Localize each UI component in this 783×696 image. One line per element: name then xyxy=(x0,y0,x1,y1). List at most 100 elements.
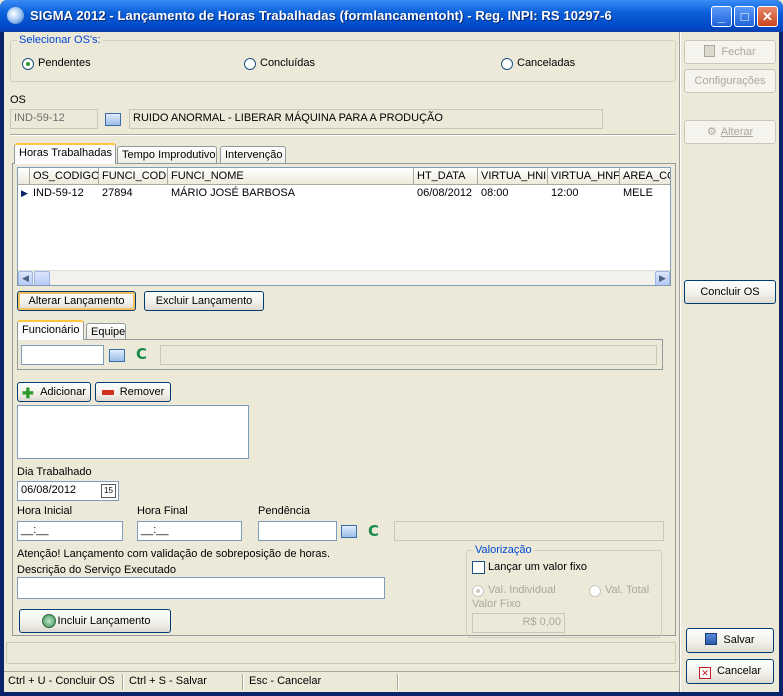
status-separator xyxy=(242,674,243,690)
radio-concluidas-label[interactable]: Concluídas xyxy=(260,57,315,69)
alterar-button[interactable]: ⚙ Alterar xyxy=(684,120,776,144)
alter-entry-button[interactable]: Alterar Lançamento xyxy=(17,291,136,311)
refresh-c-icon[interactable]: C xyxy=(368,522,379,540)
calendar-icon[interactable]: 15 xyxy=(101,484,116,498)
grid-indicator-header xyxy=(18,168,30,185)
lookup-icon[interactable] xyxy=(105,113,121,126)
tab-panel-horas: OS_CODIGO FUNCI_CODI FUNCI_NOME HT_DATA … xyxy=(12,163,676,638)
scroll-thumb[interactable] xyxy=(34,271,50,285)
grid-header-ht-data[interactable]: HT_DATA xyxy=(414,168,478,185)
add-button[interactable]: ✚ Adicionar xyxy=(17,382,91,402)
radio-pendentes-label[interactable]: Pendentes xyxy=(38,57,91,69)
scroll-left-icon[interactable]: ◀ xyxy=(18,271,33,285)
status-separator xyxy=(122,674,123,690)
hora-final-input[interactable]: __:__ xyxy=(137,521,242,541)
radio-canceladas[interactable] xyxy=(501,58,513,70)
pendencia-label: Pendência xyxy=(258,505,310,517)
include-icon xyxy=(42,614,56,628)
tab-funcionario[interactable]: Funcionário xyxy=(17,320,84,340)
table-cell[interactable]: 06/08/2012 xyxy=(414,185,478,202)
door-icon xyxy=(704,45,716,57)
tab-intervencao[interactable]: Intervenção xyxy=(220,146,286,164)
grid-header-virtua-hni[interactable]: VIRTUA_HNI xyxy=(478,168,548,185)
remove-button[interactable]: Remover xyxy=(95,382,171,402)
delete-entry-button[interactable]: Excluir Lançamento xyxy=(144,291,264,311)
employee-code-input[interactable] xyxy=(21,345,104,365)
grid-header-virtua-hnf[interactable]: VIRTUA_HNF xyxy=(548,168,620,185)
radio-pendentes[interactable] xyxy=(22,58,34,70)
table-cell[interactable]: 08:00 xyxy=(478,185,548,202)
cancel-icon: ✕ xyxy=(698,667,711,679)
row-indicator-icon: ▶ xyxy=(21,188,28,198)
title-bar[interactable]: SIGMA 2012 - Lançamento de Horas Trabalh… xyxy=(0,0,783,32)
add-button-label: Adicionar xyxy=(40,386,86,398)
hora-inicial-input[interactable]: __:__ xyxy=(17,521,123,541)
cancelar-button[interactable]: ✕ Cancelar xyxy=(686,659,774,684)
hours-grid[interactable]: OS_CODIGO FUNCI_CODI FUNCI_NOME HT_DATA … xyxy=(17,167,671,286)
cancelar-label: Cancelar xyxy=(716,665,762,677)
fixed-value-checkbox-label[interactable]: Lançar um valor fixo xyxy=(488,561,587,573)
status-bar: Ctrl + U - Concluir OS Ctrl + S - Salvar… xyxy=(4,671,680,692)
table-cell[interactable]: MELE xyxy=(620,185,670,202)
pendencia-input[interactable] xyxy=(258,521,337,541)
hora-final-label: Hora Final xyxy=(137,505,188,517)
dia-trabalhado-field[interactable]: 06/08/2012 15 xyxy=(17,481,119,501)
scroll-right-icon[interactable]: ▶ xyxy=(655,271,670,285)
concluir-os-button[interactable]: Concluir OS xyxy=(684,280,776,304)
dia-trabalhado-value: 06/08/2012 xyxy=(21,484,77,496)
status-separator xyxy=(397,674,398,690)
descricao-input[interactable] xyxy=(17,577,385,599)
salvar-button[interactable]: Salvar xyxy=(686,628,774,653)
employee-list[interactable] xyxy=(17,405,249,459)
os-description-field: RUIDO ANORMAL - LIBERAR MÁQUINA PARA A P… xyxy=(129,109,603,129)
os-selection-group: Selecionar OS's: Pendentes Concluídas Ca… xyxy=(10,34,676,82)
lookup-icon[interactable] xyxy=(341,525,357,538)
configuracoes-button[interactable]: Configurações xyxy=(684,69,776,93)
grid-header-funci-nome[interactable]: FUNCI_NOME xyxy=(168,168,414,185)
app-icon[interactable] xyxy=(7,7,24,24)
valor-fixo-input[interactable]: R$ 0,00 xyxy=(472,613,565,633)
radio-canceladas-label[interactable]: Canceladas xyxy=(517,57,575,69)
status-shortcut-salvar: Ctrl + S - Salvar xyxy=(129,675,207,687)
horizontal-scrollbar[interactable]: ◀ ▶ xyxy=(18,270,670,285)
app-window: SIGMA 2012 - Lançamento de Horas Trabalh… xyxy=(0,0,783,696)
status-shortcut-cancelar: Esc - Cancelar xyxy=(249,675,322,687)
employee-name-field xyxy=(160,345,657,365)
tab-tempo-improdutivo[interactable]: Tempo Improdutivo xyxy=(117,146,217,164)
radio-val-total-label[interactable]: Val. Total xyxy=(605,584,649,596)
descricao-label: Descrição do Serviço Executado xyxy=(17,564,176,576)
maximize-button[interactable]: □ xyxy=(734,6,755,27)
grid-header-area-co[interactable]: AREA_CO xyxy=(620,168,670,185)
grid-header-funci-codi[interactable]: FUNCI_CODI xyxy=(99,168,168,185)
valor-fixo-label: Valor Fixo xyxy=(472,598,521,610)
table-cell[interactable]: IND-59-12 xyxy=(30,185,99,202)
valorizacao-group: Valorização Lançar um valor fixo Val. In… xyxy=(466,544,662,638)
table-cell[interactable]: 27894 xyxy=(99,185,168,202)
status-shortcut-concluir: Ctrl + U - Concluir OS xyxy=(8,675,115,687)
tab-horas-trabalhadas[interactable]: Horas Trabalhadas xyxy=(14,143,116,164)
radio-val-individual[interactable] xyxy=(472,585,484,597)
pendencia-description-field xyxy=(394,521,664,541)
close-button[interactable]: ✕ xyxy=(757,6,778,27)
dia-trabalhado-label: Dia Trabalhado xyxy=(17,466,92,478)
table-cell[interactable]: 12:00 xyxy=(548,185,620,202)
minus-icon xyxy=(102,390,114,395)
fechar-label: Fechar xyxy=(721,46,756,58)
radio-val-total[interactable] xyxy=(589,585,601,597)
window-title: SIGMA 2012 - Lançamento de Horas Trabalh… xyxy=(30,8,612,23)
tab-equipe[interactable]: Equipe xyxy=(86,323,126,340)
lookup-icon[interactable] xyxy=(109,349,125,362)
os-code-field[interactable]: IND-59-12 xyxy=(10,109,98,129)
fechar-button[interactable]: Fechar xyxy=(684,40,776,64)
incluir-lancamento-button[interactable]: Incluir Lançamento xyxy=(19,609,171,633)
refresh-c-icon[interactable]: C xyxy=(136,345,147,363)
gear-icon: ⚙ xyxy=(706,126,717,138)
radio-val-individual-label[interactable]: Val. Individual xyxy=(488,584,556,596)
radio-concluidas[interactable] xyxy=(244,58,256,70)
table-cell[interactable]: MÁRIO JOSÉ BARBOSA xyxy=(168,185,414,202)
minimize-button[interactable]: _ xyxy=(711,6,732,27)
grid-header-os-codigo[interactable]: OS_CODIGO xyxy=(30,168,99,185)
remove-button-label: Remover xyxy=(119,386,165,398)
right-action-panel: Fechar Configurações ⚙ Alterar Concluir O… xyxy=(680,32,779,692)
fixed-value-checkbox[interactable] xyxy=(472,561,485,574)
